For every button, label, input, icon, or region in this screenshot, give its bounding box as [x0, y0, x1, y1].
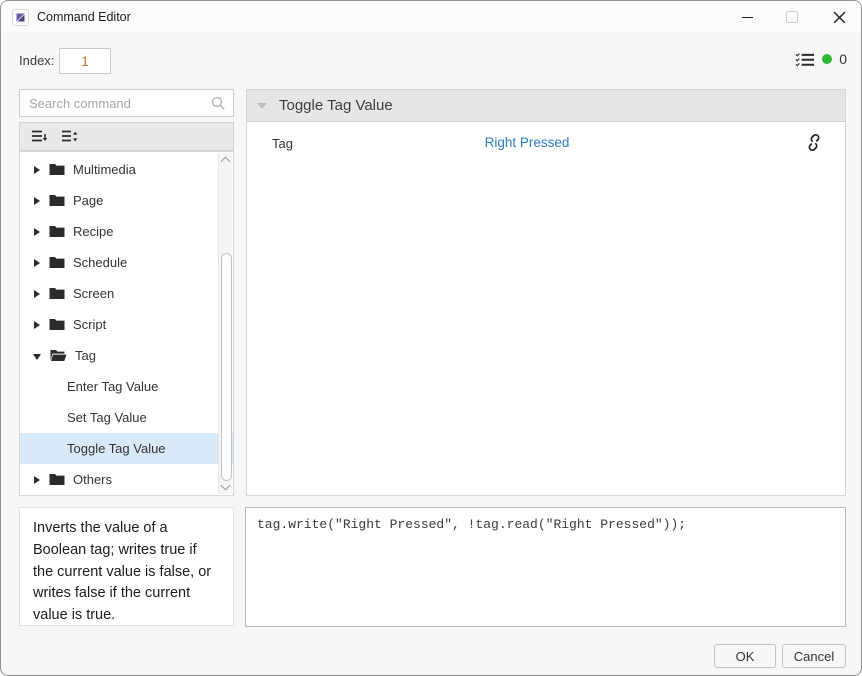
tag-value-link[interactable]: Right Pressed — [447, 135, 607, 150]
tree-item-screen[interactable]: Screen — [20, 278, 233, 309]
app-icon — [12, 9, 29, 26]
tree-item-recipe[interactable]: Recipe — [20, 216, 233, 247]
status-green-dot — [822, 54, 832, 64]
scrollbar-thumb[interactable] — [221, 253, 232, 481]
command-editor-window: Command Editor Index: 0 — [0, 0, 862, 676]
tree-item-label: Script — [73, 317, 106, 332]
validation-status: 0 — [795, 49, 847, 69]
cancel-button[interactable]: Cancel — [782, 644, 846, 668]
command-detail-panel: Toggle Tag Value Tag Right Pressed — [246, 89, 846, 496]
chevron-right-icon[interactable] — [34, 197, 40, 205]
tree-item-script[interactable]: Script — [20, 309, 233, 340]
tree-item-label: Tag — [75, 348, 96, 363]
tree-item-label: Toggle Tag Value — [67, 441, 166, 456]
tree-item-label: Page — [73, 193, 103, 208]
checklist-icon[interactable] — [795, 49, 815, 69]
tree-item-multimedia[interactable]: Multimedia — [20, 154, 233, 185]
tree-item-page[interactable]: Page — [20, 185, 233, 216]
tree-item-tag[interactable]: Tag — [20, 340, 233, 371]
tag-field-label: Tag — [272, 136, 293, 151]
index-label: Index: — [19, 53, 54, 68]
link-icon[interactable] — [805, 133, 823, 157]
index-input[interactable] — [59, 48, 111, 74]
tree-item-label: Recipe — [73, 224, 113, 239]
tree-item-label: Schedule — [73, 255, 127, 270]
panel-title: Toggle Tag Value — [279, 97, 393, 114]
folder-closed-icon — [49, 163, 65, 176]
chevron-right-icon[interactable] — [34, 259, 40, 267]
expand-all-icon[interactable] — [59, 127, 79, 147]
ok-button[interactable]: OK — [714, 644, 776, 668]
command-description: Inverts the value of a Boolean tag; writ… — [19, 507, 234, 626]
folder-closed-icon — [49, 473, 65, 486]
collapse-all-icon[interactable] — [29, 127, 49, 147]
folder-closed-icon — [49, 194, 65, 207]
tree-item-others[interactable]: Others — [20, 464, 233, 495]
chevron-down-icon[interactable] — [33, 354, 41, 360]
minimize-button[interactable] — [724, 1, 770, 33]
folder-open-icon — [50, 349, 67, 362]
close-button[interactable] — [816, 1, 862, 33]
window-title: Command Editor — [37, 10, 131, 24]
search-input[interactable] — [19, 89, 234, 117]
tree-item-toggle-tag-value[interactable]: Toggle Tag Value — [20, 433, 233, 464]
scroll-down-icon[interactable] — [221, 481, 231, 491]
tree-item-label: Set Tag Value — [67, 410, 147, 425]
tree-item-schedule[interactable]: Schedule — [20, 247, 233, 278]
tree-toolbar — [19, 122, 234, 151]
folder-closed-icon — [49, 287, 65, 300]
command-code[interactable]: tag.write("Right Pressed", !tag.read("Ri… — [245, 507, 846, 627]
titlebar: Command Editor — [1, 1, 861, 33]
tree-item-label: Enter Tag Value — [67, 379, 158, 394]
status-count: 0 — [839, 51, 847, 67]
tree-item-enter-tag-value[interactable]: Enter Tag Value — [20, 371, 233, 402]
tree-scrollbar[interactable] — [218, 153, 232, 494]
folder-closed-icon — [49, 256, 65, 269]
folder-closed-icon — [49, 318, 65, 331]
chevron-right-icon[interactable] — [34, 166, 40, 174]
tag-field-row: Tag Right Pressed — [247, 122, 845, 166]
chevron-right-icon[interactable] — [34, 321, 40, 329]
chevron-down-icon[interactable] — [257, 103, 267, 109]
search-icon — [211, 96, 226, 116]
tree-item-set-tag-value[interactable]: Set Tag Value — [20, 402, 233, 433]
tree-item-label: Multimedia — [73, 162, 136, 177]
command-tree: Multimedia Page Recipe Schedule Screen S… — [19, 151, 234, 496]
chevron-right-icon[interactable] — [34, 290, 40, 298]
scroll-up-icon[interactable] — [221, 157, 231, 167]
tree-item-label: Screen — [73, 286, 114, 301]
chevron-right-icon[interactable] — [34, 228, 40, 236]
tree-item-label: Others — [73, 472, 112, 487]
chevron-right-icon[interactable] — [34, 476, 40, 484]
folder-closed-icon — [49, 225, 65, 238]
panel-header[interactable]: Toggle Tag Value — [247, 90, 845, 122]
maximize-button — [769, 1, 815, 33]
